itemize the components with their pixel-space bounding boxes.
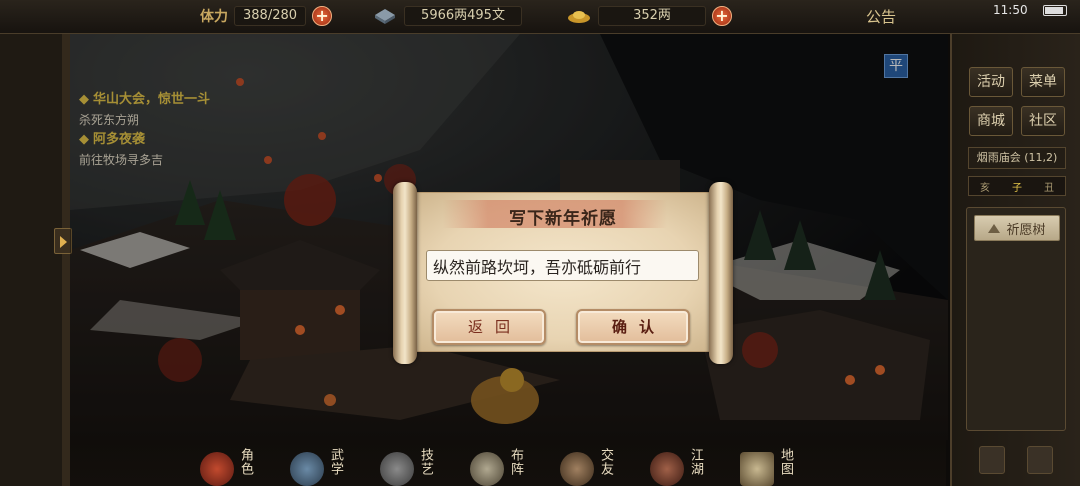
stamina-resource: 体力 388/280 + [200,4,333,28]
bottom-item-label: 布阵 [508,448,523,476]
bottom-item-skills[interactable]: 技艺 [380,440,435,486]
shop-button[interactable]: 商城 [969,106,1013,136]
bottom-item-friends[interactable]: 交友 [560,440,615,486]
triangle-icon [988,223,1001,233]
bottom-item-formation[interactable]: 布阵 [470,440,525,486]
bottom-item-label: 武学 [328,448,343,476]
bottom-item-label: 角色 [238,448,253,476]
coins-icon [375,9,395,24]
time-of-day-bar: 亥 子 丑 [968,176,1066,196]
top-status-bar [0,0,1080,34]
money-resource: 5966两495文 [372,4,522,28]
new-year-wish-dialog: 写下新年祈愿 返回 确认 [393,182,733,364]
bottom-item-jianghu[interactable]: 江湖 [650,440,705,486]
stamina-label: 体力 [200,9,228,25]
wish-tree-label: 祈愿树 [1006,222,1046,238]
time-slot-current: 子 [1012,182,1022,194]
bottom-item-label: 江湖 [688,448,703,476]
festival-location[interactable]: 烟雨庙会 (11,2) [968,147,1066,169]
bottom-item-label: 技艺 [418,448,433,476]
martial-arts-icon [290,452,324,486]
menu-button[interactable]: 菜单 [1021,67,1065,97]
dialog-title: 写下新年祈愿 [509,209,617,229]
panel-right-button[interactable] [1027,446,1053,474]
add-stamina-button[interactable]: + [312,6,333,26]
map-icon [740,452,774,486]
teapot-icon [560,452,594,486]
ingot-resource: 352两 + [566,4,732,28]
notice-button[interactable]: 公告 [866,6,896,27]
stamina-value: 388/280 [234,6,307,26]
bottom-item-character[interactable]: 角色 [200,440,255,486]
bottom-item-label: 交友 [598,448,613,476]
yin-yang-icon [470,452,504,486]
battery-icon [1043,5,1067,16]
community-button[interactable]: 社区 [1021,106,1065,136]
panel-left-button[interactable] [979,446,1005,474]
gold-ingot-icon [568,11,590,23]
wish-tree-button[interactable]: 祈愿树 [974,215,1060,241]
add-ingot-button[interactable]: + [712,6,732,26]
events-button[interactable]: 活动 [969,67,1013,97]
skills-icon [380,452,414,486]
bottom-item-label: 地图 [778,448,793,476]
ingot-value: 352两 [598,6,706,26]
wish-text-input[interactable] [426,250,699,281]
bottom-item-martial[interactable]: 武学 [290,440,345,486]
time-slot: 丑 [1044,182,1054,194]
character-icon [200,452,234,486]
jianghu-icon [650,452,684,486]
back-button[interactable]: 返回 [432,309,546,345]
confirm-button[interactable]: 确认 [576,309,690,345]
money-value: 5966两495文 [404,6,522,26]
clock: 11:50 [993,3,1028,17]
bottom-item-map[interactable]: 地图 [740,440,795,486]
time-slot: 亥 [980,182,990,194]
